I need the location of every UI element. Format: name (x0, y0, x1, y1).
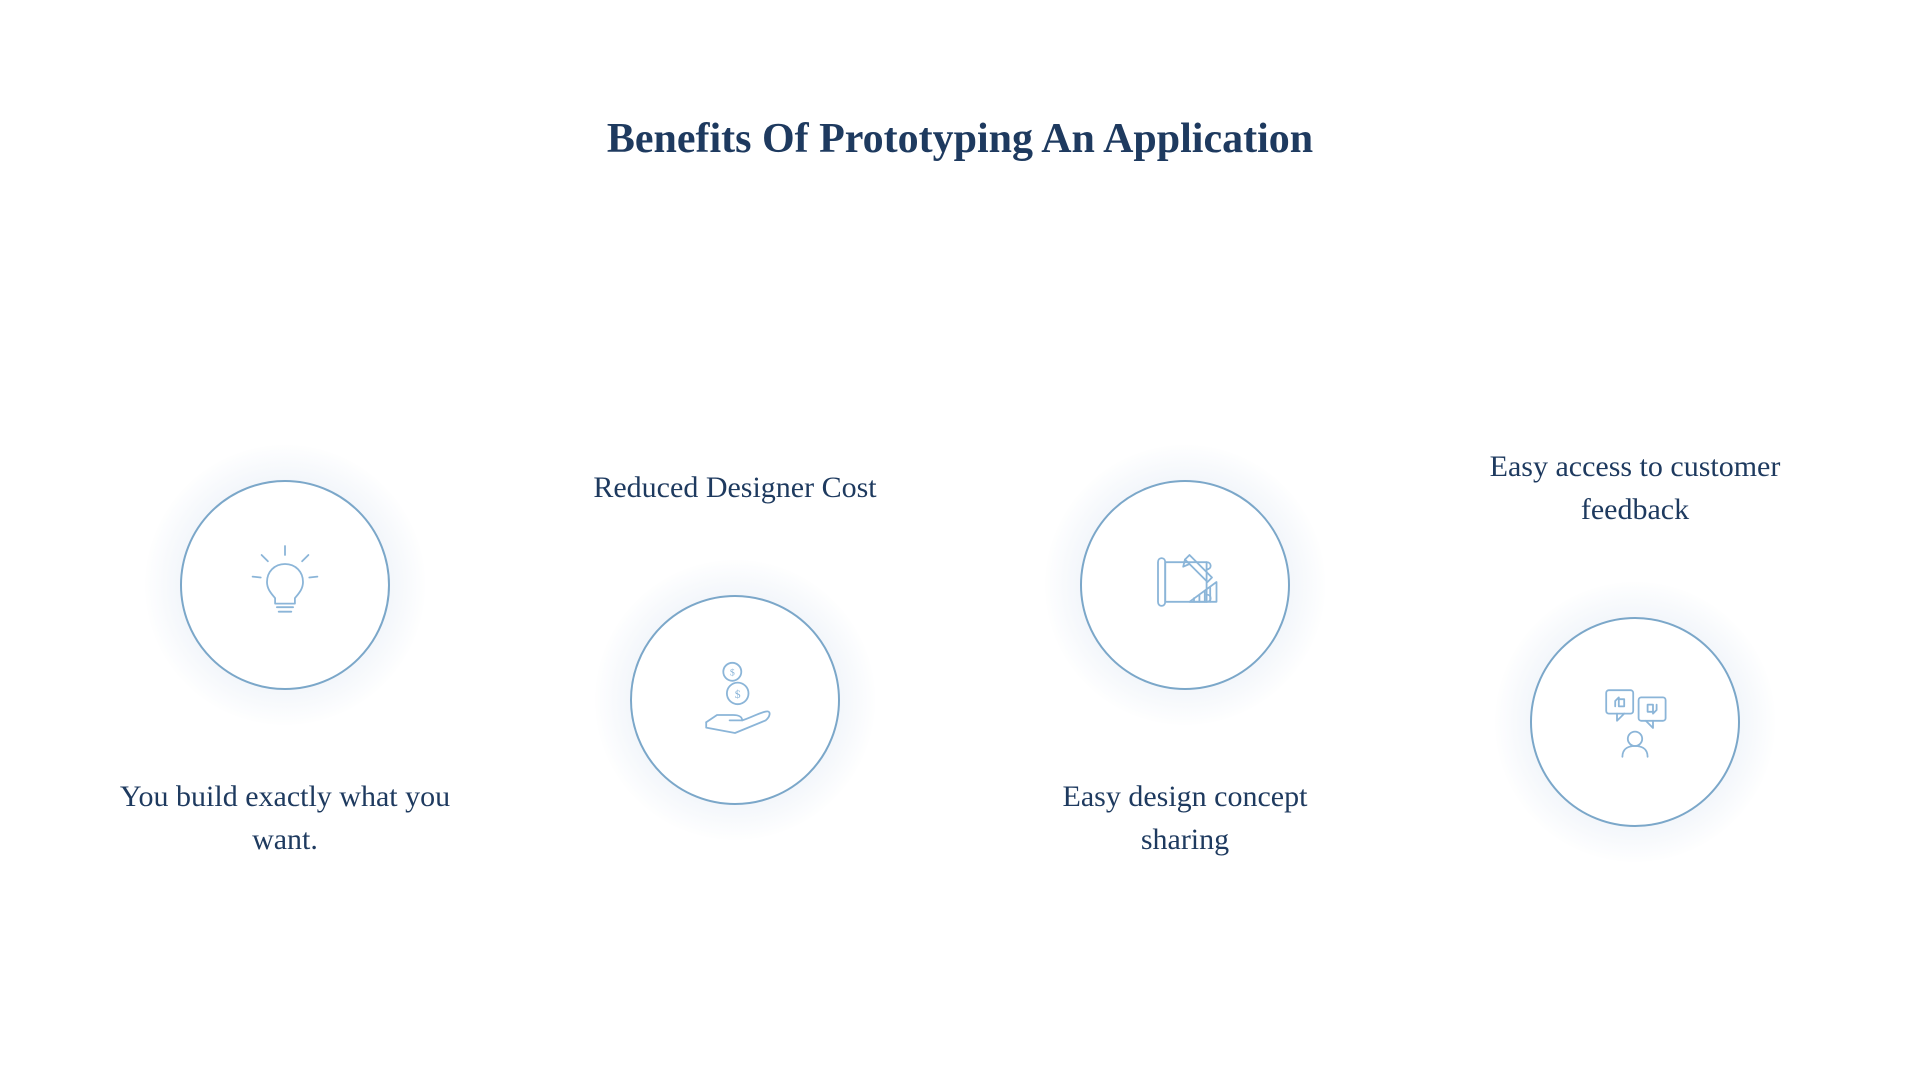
icon-circle (1080, 480, 1290, 690)
money-hand-icon: $ $ (690, 652, 780, 747)
benefit-item: Easy design concept sharing (969, 445, 1401, 862)
benefit-text: Reduced Designer Cost (593, 466, 876, 510)
benefit-text: You build exactly what you want. (115, 775, 455, 862)
icon-wrap (145, 445, 425, 725)
icon-circle (1530, 617, 1740, 827)
icon-wrap: $ $ (595, 560, 875, 840)
feedback-icon (1590, 674, 1680, 769)
benefits-row: You build exactly what you want. Reduced… (0, 163, 1920, 1043)
icon-circle (180, 480, 390, 690)
benefit-item: Easy access to customer feedback (1419, 445, 1851, 862)
svg-text:$: $ (735, 688, 741, 701)
lightbulb-icon (240, 537, 330, 632)
blueprint-icon (1140, 537, 1230, 632)
benefit-item: Reduced Designer Cost $ $ (519, 466, 951, 840)
icon-wrap (1495, 582, 1775, 862)
benefit-text: Easy design concept sharing (1015, 775, 1355, 862)
benefit-item: You build exactly what you want. (69, 445, 501, 862)
page-title: Benefits Of Prototyping An Application (0, 0, 1920, 163)
icon-wrap (1045, 445, 1325, 725)
benefit-text: Easy access to customer feedback (1465, 445, 1805, 532)
icon-circle: $ $ (630, 595, 840, 805)
svg-text:$: $ (730, 668, 735, 679)
